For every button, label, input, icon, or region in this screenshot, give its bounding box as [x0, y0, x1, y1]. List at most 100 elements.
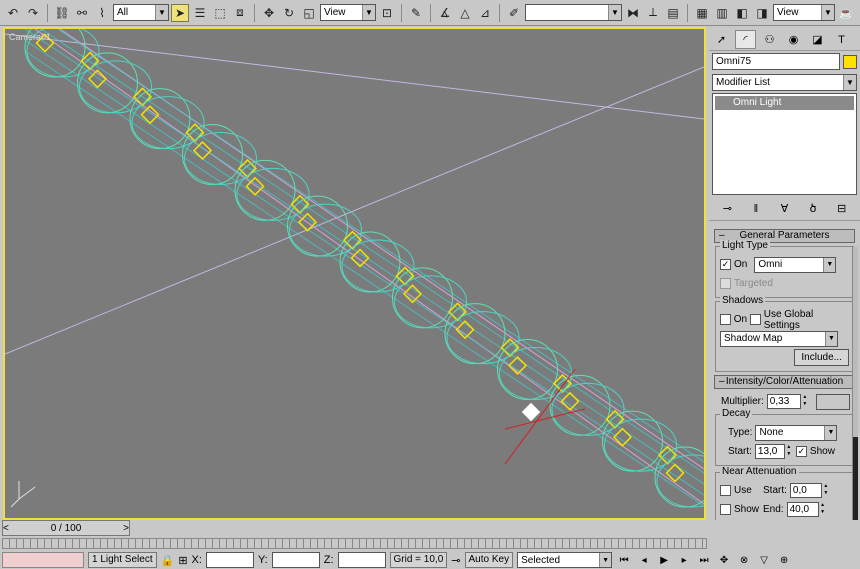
pin-stack-icon[interactable]: ⊸ [718, 200, 736, 218]
curve-editor-icon[interactable]: ▦ [693, 4, 711, 22]
window-crossing-icon[interactable]: ⧈ [231, 4, 249, 22]
selection-filter-dropdown[interactable]: All ▼ [113, 4, 169, 21]
near-start-value[interactable]: 0,0 [789, 483, 822, 498]
select-and-scale-icon[interactable]: ◱ [300, 4, 318, 22]
key-mode-dropdown[interactable]: Selected ▼ [517, 552, 613, 568]
near-end-value[interactable]: 40,0 [786, 502, 819, 517]
decay-show-checkbox[interactable]: ✓ [795, 446, 807, 457]
spinner-arrows-icon[interactable]: ▲ ▼ [785, 444, 793, 459]
lock-icon[interactable]: 🔒 [161, 554, 175, 567]
light-type-dropdown[interactable]: Omni ▼ [754, 256, 837, 273]
stack-item-omni-light[interactable]: Omni Light [715, 96, 854, 110]
create-tab-icon[interactable]: ➚ [711, 30, 732, 49]
spinner-snap-icon[interactable]: ⊿ [476, 4, 494, 22]
pan-icon[interactable]: ✥ [716, 552, 732, 568]
camera-viewport[interactable]: Camera01 [3, 27, 706, 520]
shadow-type-dropdown[interactable]: Shadow Map ▼ [720, 330, 838, 347]
orbit-icon[interactable]: ⊗ [736, 552, 752, 568]
display-tab-icon[interactable]: ◪ [807, 30, 828, 49]
percent-snap-icon[interactable]: △ [456, 4, 474, 22]
use-pivot-center-icon[interactable]: ⊡ [378, 4, 396, 22]
angle-snap-icon[interactable]: ∡ [436, 4, 454, 22]
select-by-name-icon[interactable]: ☰ [191, 4, 209, 22]
schematic-view-icon[interactable]: ▥ [713, 4, 731, 22]
y-coord-field[interactable] [271, 552, 320, 568]
redo-icon[interactable]: ↷ [24, 4, 42, 22]
light-color-swatch[interactable] [815, 393, 850, 410]
go-to-end-icon[interactable]: ⏭ [696, 552, 712, 568]
time-next-icon[interactable]: > [123, 523, 129, 534]
spinner-arrows-icon[interactable]: ▲ ▼ [801, 394, 809, 409]
align-icon[interactable]: ⟂ [644, 4, 662, 22]
render-view-dropdown[interactable]: View ▼ [773, 4, 835, 21]
modifier-stack[interactable]: Omni Light [712, 93, 857, 195]
object-color-swatch[interactable] [843, 54, 857, 69]
unlink-icon[interactable]: ⚯ [73, 4, 91, 22]
mirror-icon[interactable]: ⧓ [624, 4, 642, 22]
edit-named-selection-icon[interactable]: ✐ [505, 4, 523, 22]
track-bar[interactable] [2, 538, 707, 549]
maxscript-listener[interactable] [2, 552, 84, 568]
auto-key-button[interactable]: Auto Key [464, 552, 514, 568]
include-button[interactable]: Include... [794, 349, 849, 366]
key-icon[interactable]: ⊸ [451, 554, 460, 567]
maximize-viewport-icon[interactable]: ⊕ [776, 552, 792, 568]
rectangular-selection-icon[interactable]: ⬚ [211, 4, 229, 22]
near-end-spinner[interactable]: 40,0 ▲ ▼ [786, 502, 827, 517]
material-editor-icon[interactable]: ◧ [733, 4, 751, 22]
next-frame-icon[interactable]: ▸ [676, 552, 692, 568]
select-and-move-icon[interactable]: ✥ [260, 4, 278, 22]
modifier-list-dropdown[interactable]: Modifier List ▼ [712, 74, 857, 91]
decay-type-dropdown[interactable]: None ▼ [755, 424, 838, 441]
time-slider[interactable]: < 0 / 100 > [2, 520, 130, 536]
light-on-checkbox[interactable]: ✓ [720, 259, 731, 270]
undo-icon[interactable]: ↶ [4, 4, 22, 22]
show-end-result-icon[interactable]: ‖ [747, 200, 765, 218]
select-and-link-icon[interactable]: ⛓ [53, 4, 71, 22]
make-unique-icon[interactable]: ∀ [775, 200, 793, 218]
field-of-view-icon[interactable]: ▽ [756, 552, 772, 568]
bind-space-warp-icon[interactable]: ⌇ [93, 4, 111, 22]
previous-frame-icon[interactable]: ◂ [636, 552, 652, 568]
render-scene-icon[interactable]: ◨ [753, 4, 771, 22]
snap-toggle-icon[interactable]: ✎ [407, 4, 425, 22]
shadows-on-checkbox[interactable] [720, 314, 731, 325]
utilities-tab-icon[interactable]: T [831, 30, 852, 49]
z-coord-field[interactable] [337, 552, 386, 568]
attenuation-ellipse [236, 167, 310, 221]
near-show-checkbox[interactable] [720, 504, 731, 515]
near-use-checkbox[interactable] [720, 485, 731, 496]
intensity-rollout[interactable]: – Intensity/Color/Attenuation [714, 375, 855, 389]
world-axis-x [18, 486, 36, 500]
spinner-arrows-icon[interactable]: ▲ ▼ [819, 502, 827, 517]
go-to-start-icon[interactable]: ⏮ [616, 552, 632, 568]
scrollbar-thumb[interactable] [853, 437, 858, 527]
configure-sets-icon[interactable]: ⊟ [833, 200, 851, 218]
modify-tab-icon[interactable]: ◜ [735, 30, 756, 49]
select-and-rotate-icon[interactable]: ↻ [280, 4, 298, 22]
x-coord-field[interactable] [205, 552, 254, 568]
multiplier-spinner[interactable]: 0,33 ▲ ▼ [766, 394, 809, 409]
chevron-down-icon: ▼ [823, 257, 836, 272]
use-global-settings-checkbox[interactable] [750, 314, 761, 325]
object-name-field[interactable]: Omni75 [712, 53, 840, 70]
absolute-mode-icon[interactable]: ⊞ [178, 554, 187, 567]
layer-manager-icon[interactable]: ▤ [664, 4, 682, 22]
motion-tab-icon[interactable]: ◉ [783, 30, 804, 49]
near-start-spinner[interactable]: 0,0 ▲ ▼ [789, 483, 830, 498]
multiplier-value[interactable]: 0,33 [766, 394, 801, 409]
named-selection-dropdown[interactable]: ▼ [525, 4, 622, 21]
reference-coordinate-dropdown[interactable]: View ▼ [320, 4, 376, 21]
hierarchy-tab-icon[interactable]: ⚇ [759, 30, 780, 49]
decay-start-spinner[interactable]: 13,0 ▲ ▼ [754, 444, 793, 459]
viewport-scene[interactable] [5, 29, 704, 518]
play-icon[interactable]: ▶ [656, 552, 672, 568]
decay-start-value[interactable]: 13,0 [754, 444, 785, 459]
spinner-arrows-icon[interactable]: ▲ ▼ [822, 483, 830, 498]
remove-modifier-icon[interactable]: ծ [804, 200, 822, 218]
select-object-icon[interactable]: ➤ [171, 3, 189, 22]
y-label: Y: [257, 554, 268, 566]
viewport-label[interactable]: Camera01 [9, 32, 51, 42]
panel-scrollbar[interactable] [852, 247, 858, 527]
quick-render-icon[interactable]: ☕ [837, 4, 855, 22]
